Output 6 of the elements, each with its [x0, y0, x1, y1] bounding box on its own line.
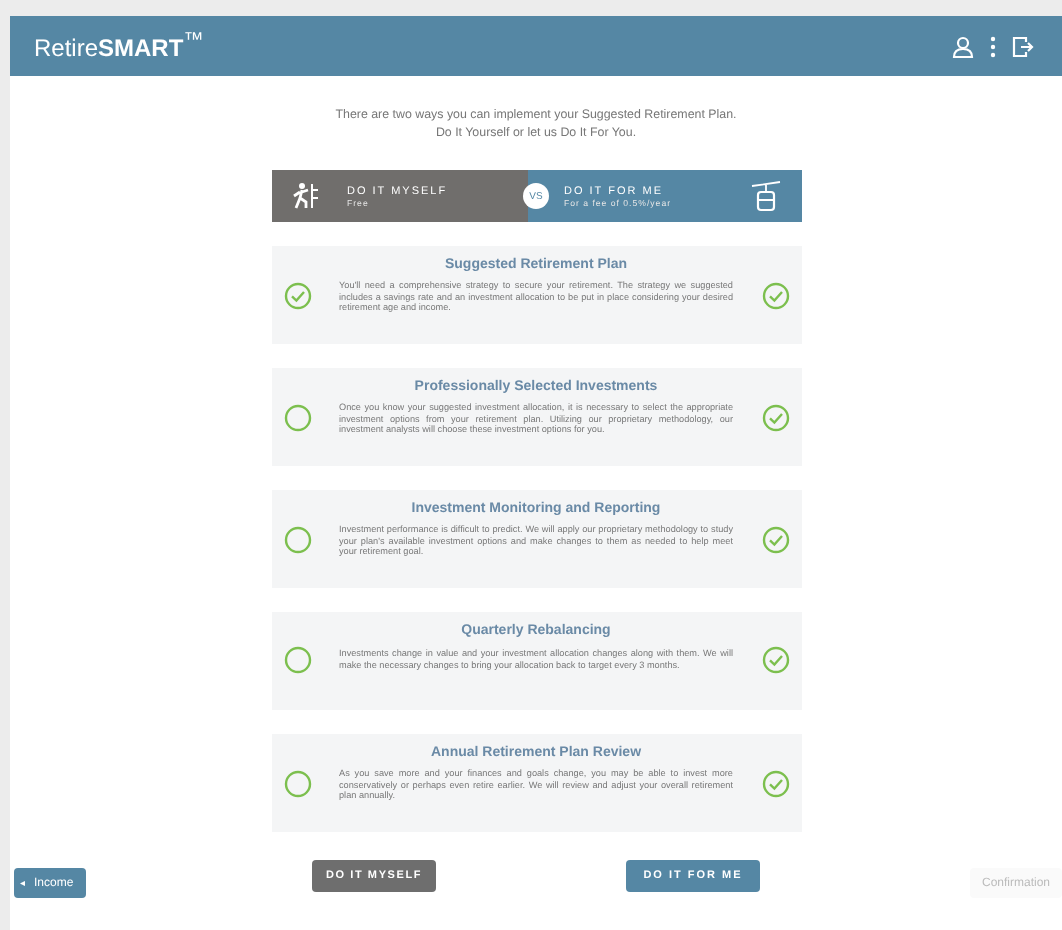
- gondola-icon: [749, 180, 781, 212]
- logo: RetireSMART$^{™}$: [34, 30, 204, 62]
- climber-icon: [291, 182, 319, 210]
- logout-icon[interactable]: [1012, 35, 1034, 57]
- user-icon[interactable]: [952, 35, 974, 57]
- menu-icon[interactable]: [990, 35, 996, 57]
